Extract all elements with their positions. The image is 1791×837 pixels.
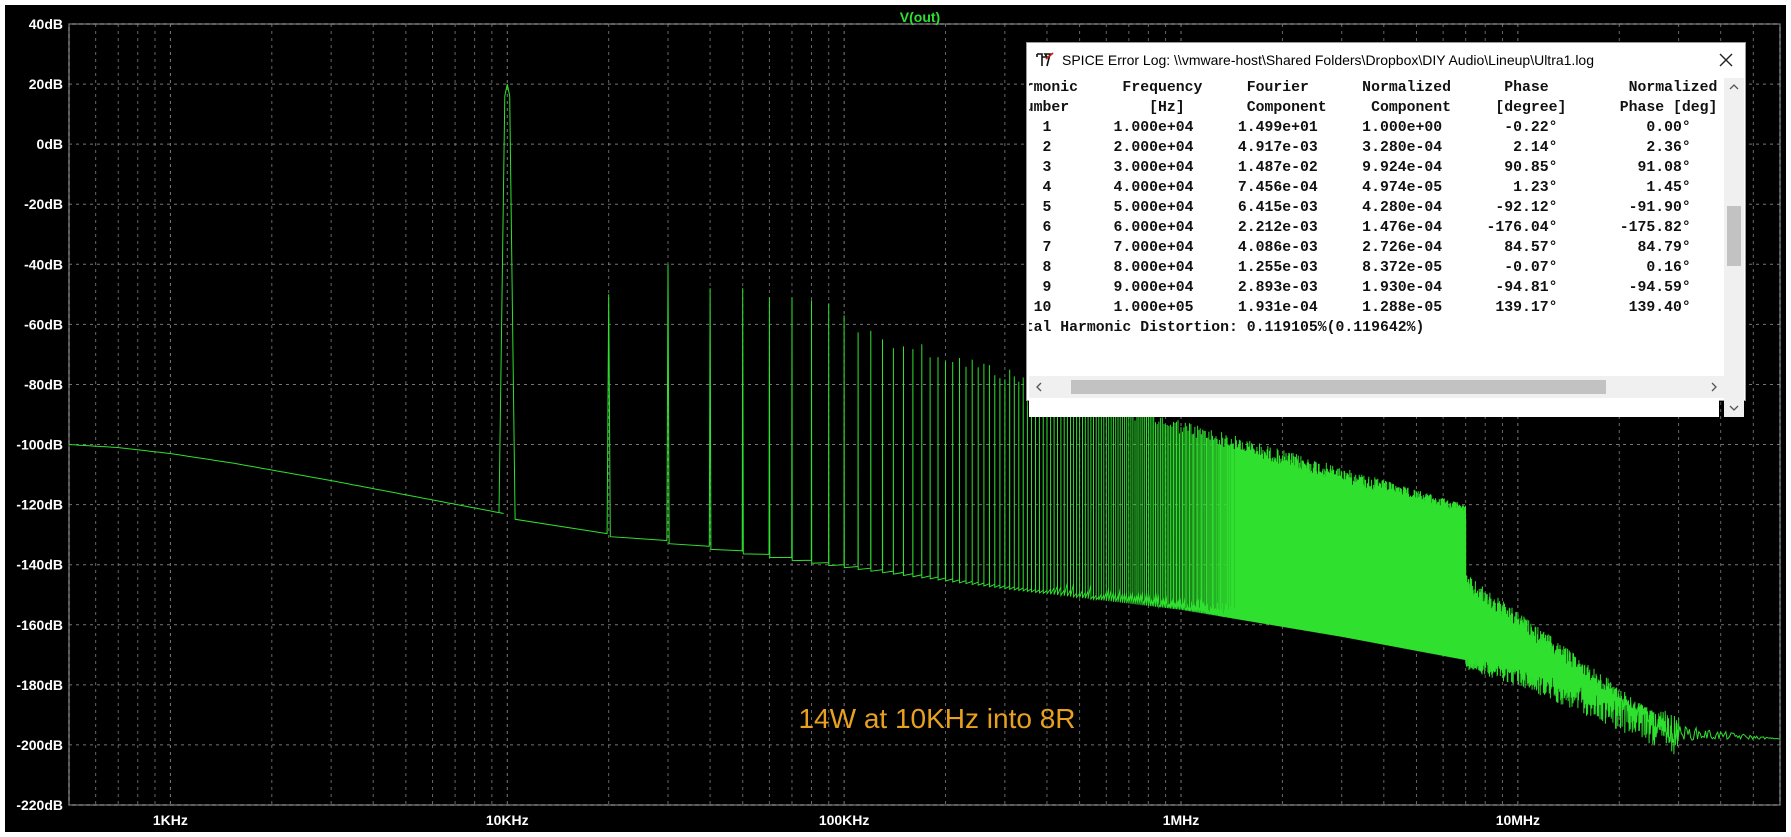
log-line: Harmonic Frequency Fourier Normalized Ph… (1029, 80, 1718, 96)
x-tick-label: 1KHz (153, 812, 188, 828)
spice-error-log-window[interactable]: SPICE Error Log: \\vmware-host\Shared Fo… (1026, 42, 1746, 417)
y-tick-label: -80dB (24, 376, 63, 392)
log-text: Harmonic Frequency Fourier Normalized Ph… (1029, 78, 1717, 338)
chevron-right-icon (1711, 382, 1717, 392)
scroll-right-button[interactable] (1704, 376, 1724, 398)
close-icon (1719, 53, 1733, 67)
scroll-up-button[interactable] (1724, 78, 1744, 96)
y-tick-label: -160dB (16, 617, 63, 633)
chevron-left-icon (1036, 382, 1042, 392)
log-line: 1 1.000e+04 1.499e+01 1.000e+00 -0.22° 0… (1029, 120, 1691, 136)
chevron-down-icon (1729, 405, 1739, 411)
log-line: 3 3.000e+04 1.487e-02 9.924e-04 90.85° 9… (1029, 160, 1691, 176)
ltspice-app-icon (1035, 50, 1055, 70)
x-tick-label: 100KHz (819, 812, 870, 828)
vertical-scroll-thumb[interactable] (1727, 206, 1741, 266)
log-window-title: SPICE Error Log: \\vmware-host\Shared Fo… (1062, 52, 1594, 68)
x-tick-label: 1MHz (1163, 812, 1200, 828)
scroll-left-button[interactable] (1029, 376, 1049, 398)
log-line: Total Harmonic Distortion: 0.119105%(0.1… (1029, 320, 1425, 336)
y-tick-label: -60dB (24, 316, 63, 332)
y-tick-label: -100dB (16, 437, 63, 453)
y-tick-label: 0dB (37, 136, 63, 152)
chevron-up-icon (1729, 84, 1739, 90)
horizontal-scroll-thumb[interactable] (1071, 380, 1606, 394)
x-tick-label: 10MHz (1496, 812, 1540, 828)
log-line: 5 5.000e+04 6.415e-03 4.280e-04 -92.12° … (1029, 200, 1691, 216)
log-line: 7 7.000e+04 4.086e-03 2.726e-04 84.57° 8… (1029, 240, 1691, 256)
log-line: 4 4.000e+04 7.456e-04 4.974e-05 1.23° 1.… (1029, 180, 1691, 196)
y-tick-label: -40dB (24, 256, 63, 272)
log-text-area[interactable]: Harmonic Frequency Fourier Normalized Ph… (1029, 78, 1719, 417)
scroll-down-button[interactable] (1724, 399, 1744, 417)
vertical-scrollbar[interactable] (1724, 78, 1744, 417)
plot-annotation: 14W at 10KHz into 8R (798, 703, 1075, 734)
log-line: 9 9.000e+04 2.893e-03 1.930e-04 -94.81° … (1029, 280, 1691, 296)
y-tick-label: -140dB (16, 557, 63, 573)
y-tick-label: 20dB (29, 76, 63, 92)
y-tick-label: -200dB (16, 737, 63, 753)
horizontal-scrollbar[interactable] (1029, 376, 1724, 398)
log-line: Number [Hz] Component Component [degree]… (1029, 100, 1718, 116)
y-tick-label: -180dB (16, 677, 63, 693)
log-line: 2 2.000e+04 4.917e-03 3.280e-04 2.14° 2.… (1029, 140, 1691, 156)
log-line: 10 1.000e+05 1.931e-04 1.288e-05 139.17°… (1029, 300, 1691, 316)
trace-title[interactable]: V(out) (900, 9, 940, 25)
y-tick-label: -120dB (16, 497, 63, 513)
close-button[interactable] (1713, 47, 1739, 73)
x-tick-label: 10KHz (486, 812, 529, 828)
y-tick-label: 40dB (29, 16, 63, 32)
log-line: 8 8.000e+04 1.255e-03 8.372e-05 -0.07° 0… (1029, 260, 1691, 276)
log-window-titlebar[interactable]: SPICE Error Log: \\vmware-host\Shared Fo… (1027, 43, 1745, 77)
y-tick-label: -20dB (24, 196, 63, 212)
y-tick-label: -220dB (16, 797, 63, 813)
log-line: 6 6.000e+04 2.212e-03 1.476e-04 -176.04°… (1029, 220, 1691, 236)
